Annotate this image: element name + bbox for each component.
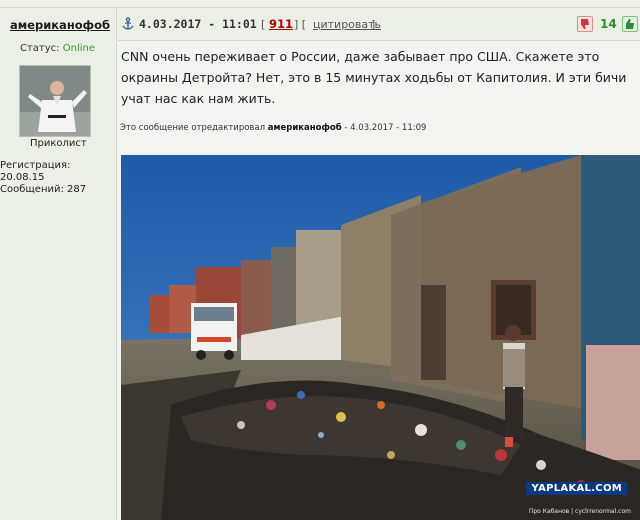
registration-date: Регистрация: 20.08.15 — [0, 160, 71, 183]
watermark: YAPLAKAL.COM — [526, 482, 627, 495]
post-date: 4.03.2017 - 11:01 — [139, 17, 257, 31]
thumb-down-icon — [581, 19, 589, 29]
edited-time: - 4.03.2017 - 11:09 — [344, 123, 427, 133]
author-status: Статус: Online — [20, 43, 95, 54]
bracket-separator: ] [ — [294, 18, 307, 31]
edited-user: американофоб — [267, 123, 342, 133]
rate-up-button[interactable] — [622, 16, 638, 32]
author-rank: Приколист — [30, 138, 87, 149]
author-panel: американофоб Статус: Online Приколист Ре… — [0, 8, 117, 520]
post-header: 4.03.2017 - 11:01 [ 911 ] [ цитировать ]… — [118, 8, 640, 41]
anchor-icon[interactable] — [122, 17, 134, 31]
post-text: CNN очень переживает о России, даже забы… — [121, 49, 627, 106]
photo-image — [121, 155, 640, 520]
bracket-close: ] — [371, 18, 376, 31]
bracket-open: [ — [261, 18, 266, 31]
thumb-up-icon — [626, 19, 634, 29]
post-rating: 14 — [600, 17, 617, 31]
status-online: Online — [62, 43, 95, 54]
post-photo[interactable]: YAPLAKAL.COM Про Кабанов | cyclrrenormal… — [121, 155, 640, 520]
edited-note: Это сообщение отредактировал американофо… — [120, 123, 426, 133]
messages-count: Сообщений: 287 — [0, 184, 87, 195]
photo-credit: Про Кабанов | cyclrrenormal.com — [528, 508, 631, 515]
author-meta: Регистрация: 20.08.15 Сообщений: 287 — [0, 160, 116, 196]
status-label: Статус: — [20, 43, 60, 54]
edited-prefix: Это сообщение отредактировал — [120, 123, 266, 133]
avatar[interactable] — [19, 65, 91, 137]
top-strip — [0, 0, 640, 8]
post-number-link[interactable]: 911 — [269, 17, 293, 31]
post-body: CNN очень переживает о России, даже забы… — [118, 42, 640, 520]
author-nickname[interactable]: американофоб — [10, 18, 110, 32]
rate-down-button[interactable] — [577, 16, 593, 32]
avatar-image — [20, 66, 90, 136]
